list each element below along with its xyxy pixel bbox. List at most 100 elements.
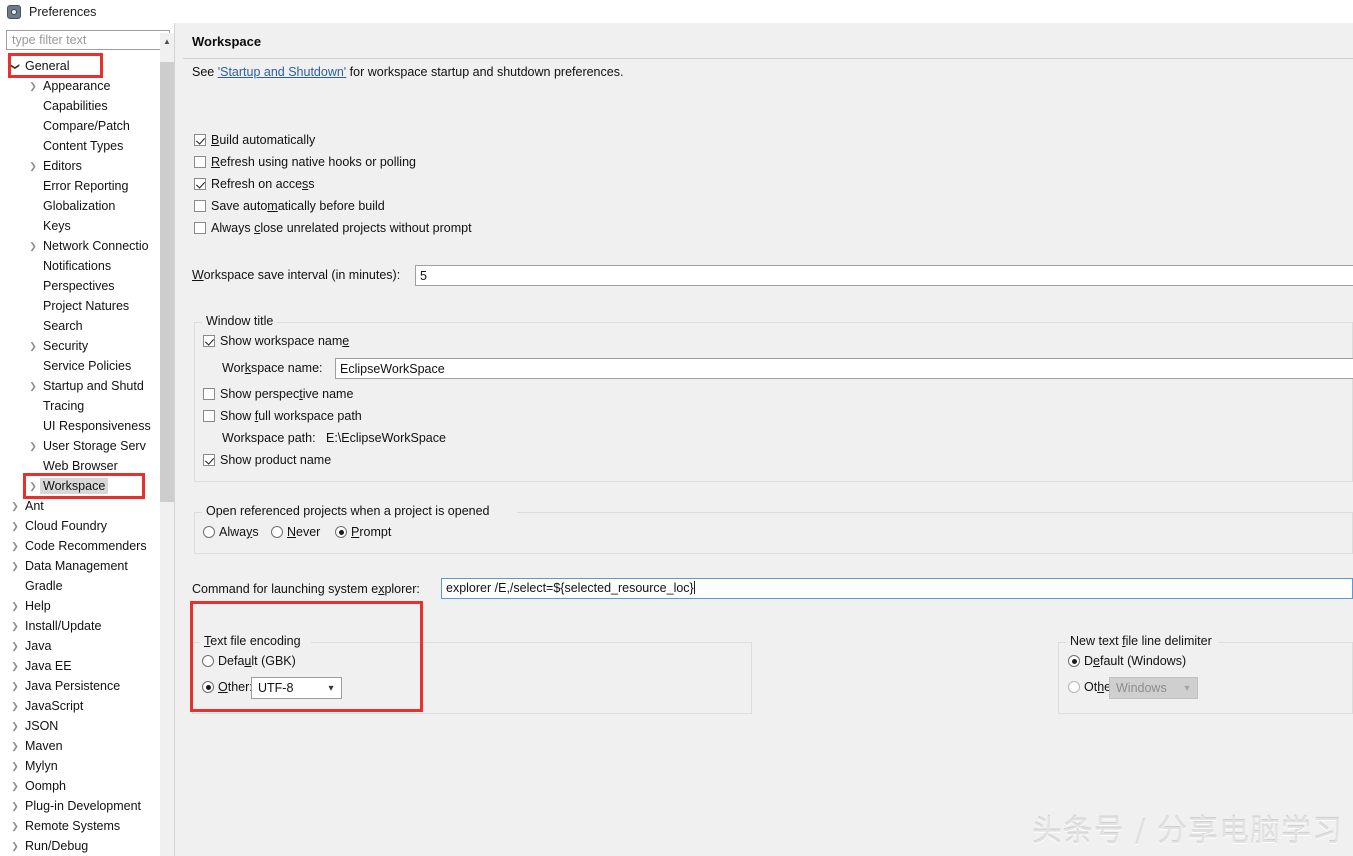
sidebar-item-appearance[interactable]: ❯ Appearance [0, 76, 160, 96]
sidebar-item-web-browser[interactable]: Web Browser [0, 456, 160, 476]
chevron-right-icon[interactable]: ❯ [8, 641, 22, 651]
sidebar-item-cloud-foundry[interactable]: ❯ Cloud Foundry [0, 516, 160, 536]
startup-shutdown-link[interactable]: 'Startup and Shutdown' [218, 65, 346, 79]
checkbox-box[interactable] [194, 134, 206, 146]
chevron-right-icon[interactable]: ❯ [8, 761, 22, 771]
chevron-down-icon[interactable]: ▾ [321, 683, 341, 694]
chevron-right-icon[interactable]: ❯ [8, 501, 22, 511]
chevron-up-icon[interactable]: ▲ [160, 33, 174, 49]
sidebar-item-notifications[interactable]: Notifications [0, 256, 160, 276]
sidebar-item-workspace[interactable]: ❯ Workspace [0, 476, 160, 496]
checkbox-build-automatically[interactable]: Build automatically [194, 133, 315, 147]
radio-prompt[interactable]: Prompt [335, 525, 391, 539]
sidebar-item-code-recommenders[interactable]: ❯ Code Recommenders [0, 536, 160, 556]
sidebar-item-ant[interactable]: ❯ Ant [0, 496, 160, 516]
chevron-right-icon[interactable]: ❯ [8, 721, 22, 731]
scrollbar-thumb[interactable] [160, 62, 174, 502]
sidebar-item-error-reporting[interactable]: Error Reporting [0, 176, 160, 196]
sidebar-item-compare-patch[interactable]: Compare/Patch [0, 116, 160, 136]
sidebar-item-install-update[interactable]: ❯ Install/Update [0, 616, 160, 636]
sidebar-item-data-management[interactable]: ❯ Data Management [0, 556, 160, 576]
explorer-command-input[interactable]: explorer /E,/select=${selected_resource_… [441, 578, 1353, 599]
radio-encoding-default[interactable]: Default (GBK) [202, 654, 296, 668]
sidebar-item-search[interactable]: Search [0, 316, 160, 336]
chevron-right-icon[interactable]: ❯ [26, 241, 40, 251]
sidebar-item-project-natures[interactable]: Project Natures [0, 296, 160, 316]
chevron-right-icon[interactable]: ❯ [8, 661, 22, 671]
chevron-right-icon[interactable]: ❯ [26, 341, 40, 351]
radio-dot[interactable] [203, 526, 215, 538]
sidebar-item-ui-responsiveness[interactable]: UI Responsiveness [0, 416, 160, 436]
sidebar-item-security[interactable]: ❯ Security [0, 336, 160, 356]
radio-encoding-other[interactable]: Other: [202, 680, 253, 694]
checkbox-show-full-workspace-path[interactable]: Show full workspace path [203, 409, 362, 423]
checkbox-show-workspace-name[interactable]: Show workspace name [203, 334, 349, 348]
chevron-down-icon[interactable]: ▾ [1177, 683, 1197, 694]
chevron-right-icon[interactable]: ❯ [8, 741, 22, 751]
sidebar-item-remote-systems[interactable]: ❯ Remote Systems [0, 816, 160, 836]
sidebar-item-gradle[interactable]: Gradle [0, 576, 160, 596]
checkbox-box[interactable] [194, 200, 206, 212]
radio-always[interactable]: Always [203, 525, 259, 539]
sidebar-item-maven[interactable]: ❯ Maven [0, 736, 160, 756]
checkbox-box[interactable] [203, 388, 215, 400]
checkbox-box[interactable] [194, 156, 206, 168]
checkbox-box[interactable] [203, 410, 215, 422]
chevron-right-icon[interactable]: ❯ [8, 841, 22, 851]
encoding-select[interactable]: UTF-8 ▾ [251, 677, 342, 699]
checkbox-refresh-on-access[interactable]: Refresh on access [194, 177, 315, 191]
checkbox-box[interactable] [203, 335, 215, 347]
sidebar-item-general[interactable]: ❯ General [0, 56, 160, 76]
chevron-right-icon[interactable]: ❯ [26, 441, 40, 451]
checkbox-show-perspective-name[interactable]: Show perspective name [203, 387, 353, 401]
chevron-right-icon[interactable]: ❯ [8, 601, 22, 611]
sidebar-item-run-debug[interactable]: ❯ Run/Debug [0, 836, 160, 856]
checkbox-show-product-name[interactable]: Show product name [203, 453, 331, 467]
sidebar-item-network-connectio[interactable]: ❯ Network Connectio [0, 236, 160, 256]
chevron-down-icon[interactable]: ❯ [11, 59, 21, 73]
sidebar-item-help[interactable]: ❯ Help [0, 596, 160, 616]
sidebar-item-service-policies[interactable]: Service Policies [0, 356, 160, 376]
radio-never[interactable]: Never [271, 525, 320, 539]
checkbox-box[interactable] [194, 222, 206, 234]
chevron-right-icon[interactable]: ❯ [26, 81, 40, 91]
chevron-right-icon[interactable]: ❯ [8, 781, 22, 791]
tree-scrollbar[interactable]: ▲ [160, 33, 174, 856]
search-input[interactable] [6, 30, 170, 50]
sidebar-item-json[interactable]: ❯ JSON [0, 716, 160, 736]
radio-dot[interactable] [271, 526, 283, 538]
chevron-right-icon[interactable]: ❯ [26, 481, 40, 491]
sidebar-item-capabilities[interactable]: Capabilities [0, 96, 160, 116]
chevron-right-icon[interactable]: ❯ [8, 521, 22, 531]
sidebar-item-mylyn[interactable]: ❯ Mylyn [0, 756, 160, 776]
preferences-tree[interactable]: ❯ General ❯ Appearance Capabilities Compare/P… [0, 56, 160, 856]
sidebar-item-plug-in-development[interactable]: ❯ Plug-in Development [0, 796, 160, 816]
checkbox-box[interactable] [194, 178, 206, 190]
radio-dot[interactable] [202, 681, 214, 693]
sidebar-item-content-types[interactable]: Content Types [0, 136, 160, 156]
sidebar-item-globalization[interactable]: Globalization [0, 196, 160, 216]
sidebar-item-user-storage-serv[interactable]: ❯ User Storage Serv [0, 436, 160, 456]
delimiter-select[interactable]: Windows ▾ [1109, 677, 1198, 699]
radio-dot[interactable] [1068, 655, 1080, 667]
save-interval-input[interactable] [415, 265, 1353, 286]
chevron-right-icon[interactable]: ❯ [8, 621, 22, 631]
chevron-right-icon[interactable]: ❯ [8, 701, 22, 711]
sidebar-item-java-persistence[interactable]: ❯ Java Persistence [0, 676, 160, 696]
chevron-right-icon[interactable]: ❯ [26, 381, 40, 391]
sidebar-item-java[interactable]: ❯ Java [0, 636, 160, 656]
checkbox-always-close-unrelated-projects-with[interactable]: Always close unrelated projects without … [194, 221, 472, 235]
radio-delimiter-default[interactable]: Default (Windows) [1068, 654, 1186, 668]
chevron-right-icon[interactable]: ❯ [8, 821, 22, 831]
sidebar-item-tracing[interactable]: Tracing [0, 396, 160, 416]
sidebar-item-keys[interactable]: Keys [0, 216, 160, 236]
sidebar-item-oomph[interactable]: ❯ Oomph [0, 776, 160, 796]
workspace-name-input[interactable] [335, 358, 1353, 379]
checkbox-box[interactable] [203, 454, 215, 466]
checkbox-save-automatically-before-build[interactable]: Save automatically before build [194, 199, 385, 213]
sidebar-item-javascript[interactable]: ❯ JavaScript [0, 696, 160, 716]
checkbox-refresh-using-native-hooks-or-pollin[interactable]: Refresh using native hooks or polling [194, 155, 416, 169]
radio-dot[interactable] [202, 655, 214, 667]
radio-dot[interactable] [335, 526, 347, 538]
sidebar-item-java-ee[interactable]: ❯ Java EE [0, 656, 160, 676]
